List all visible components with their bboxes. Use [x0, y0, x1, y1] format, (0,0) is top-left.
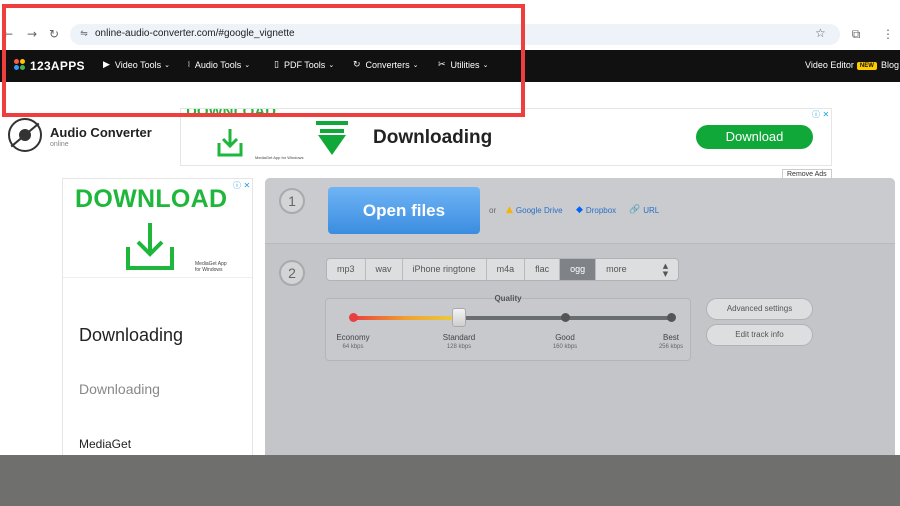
edit-track-info-button[interactable]: Edit track info — [706, 324, 813, 346]
google-drive-link[interactable]: ▲ Google Drive — [506, 205, 563, 215]
download-tray-icon — [217, 129, 243, 157]
ad-heading: Downloading — [79, 325, 184, 345]
ad-brand: MediaGet — [79, 437, 132, 451]
quality-slider-fill — [353, 316, 459, 320]
ad-download-button[interactable]: Download — [696, 125, 813, 149]
app-title: Audio Converter — [50, 125, 152, 140]
browser-menu-icon[interactable]: ⋮ — [880, 26, 896, 42]
step-number: 2 — [279, 260, 305, 286]
format-more-select[interactable]: more ▲ ▼ — [596, 259, 679, 280]
quality-slider-track[interactable] — [353, 316, 671, 320]
page: ← → ↻ ⇋ online-audio-converter.com/#goog… — [0, 0, 900, 455]
quality-label: Quality — [494, 294, 522, 303]
new-badge: NEW — [856, 62, 877, 70]
side-ad[interactable]: ⓘ ✕ DOWNLOAD MediaGet App for Windows Do… — [62, 178, 253, 455]
download-tray-icon — [126, 223, 174, 270]
quality-bitrate: 128 kbps — [446, 344, 472, 350]
quality-box — [325, 298, 691, 361]
quality-bitrate: 64 kbps — [342, 344, 364, 350]
step-1-section: 1 Open files or ▲ Google Drive ◆ Dropbox… — [265, 178, 895, 244]
step-number: 1 — [279, 188, 305, 214]
quality-bitrate: 256 kbps — [658, 344, 684, 350]
download-arrow-icon — [316, 121, 348, 155]
bookmark-star-icon[interactable]: ☆ — [815, 26, 826, 40]
nav-label: Video Editor — [805, 60, 854, 70]
format-tab-iphone-ringtone[interactable]: iPhone ringtone — [402, 259, 487, 280]
ad-choices-icon[interactable]: ⓘ ✕ — [233, 180, 250, 191]
ad-heading: Downloading — [373, 127, 493, 148]
more-label: more — [606, 264, 627, 274]
quality-stop[interactable] — [667, 313, 676, 322]
ad-download-word: DOWNLOAD — [75, 185, 228, 213]
or-label: or — [489, 206, 497, 215]
ad-choices-icon[interactable]: ⓘ ✕ — [812, 109, 829, 120]
updown-arrow-icon: ▲ ▼ — [662, 262, 669, 278]
url-link[interactable]: 🔗 URL — [629, 205, 659, 215]
nav-video-editor[interactable]: Video Editor NEW — [805, 60, 877, 70]
format-tab-wav[interactable]: wav — [365, 259, 403, 280]
app-subtitle: online — [50, 141, 69, 148]
dropbox-link[interactable]: ◆ Dropbox — [576, 205, 616, 215]
format-tab-mp3[interactable]: mp3 — [327, 259, 366, 280]
ad-small-print: MediaGet App for Windows — [255, 155, 304, 160]
quality-name: Economy — [336, 333, 370, 342]
ad-small-print: MediaGet App for Windows — [195, 261, 227, 273]
quality-slider-handle[interactable] — [451, 308, 466, 327]
quality-name: Good — [555, 333, 575, 342]
divider — [63, 277, 252, 278]
quality-bitrate: 160 kbps — [552, 344, 578, 350]
format-tab-flac[interactable]: flac — [525, 259, 561, 280]
quality-stop[interactable] — [561, 313, 570, 322]
red-highlight-box — [2, 4, 525, 117]
ad-subheading: Downloading — [79, 381, 160, 397]
extensions-icon[interactable]: ⧉ — [848, 26, 864, 42]
link-icon: 🔗 — [629, 205, 641, 215]
quality-name: Best — [662, 333, 679, 342]
open-files-button[interactable]: Open files — [328, 187, 480, 234]
quality-stop[interactable] — [349, 313, 358, 322]
audio-converter-logo-icon[interactable] — [8, 118, 42, 152]
nav-blog[interactable]: Blog — [881, 60, 899, 70]
converter-panel: 1 Open files or ▲ Google Drive ◆ Dropbox… — [265, 178, 895, 455]
google-drive-icon: ▲ — [506, 205, 513, 215]
dropbox-icon: ◆ — [576, 205, 583, 215]
quality-name: Standard — [442, 333, 476, 342]
advanced-settings-button[interactable]: Advanced settings — [706, 298, 813, 320]
format-selector: mp3 wav iPhone ringtone m4a flac ogg more ▲ ▼ — [326, 258, 680, 281]
format-tab-m4a[interactable]: m4a — [486, 259, 526, 280]
format-tab-ogg[interactable]: ogg — [560, 259, 597, 280]
